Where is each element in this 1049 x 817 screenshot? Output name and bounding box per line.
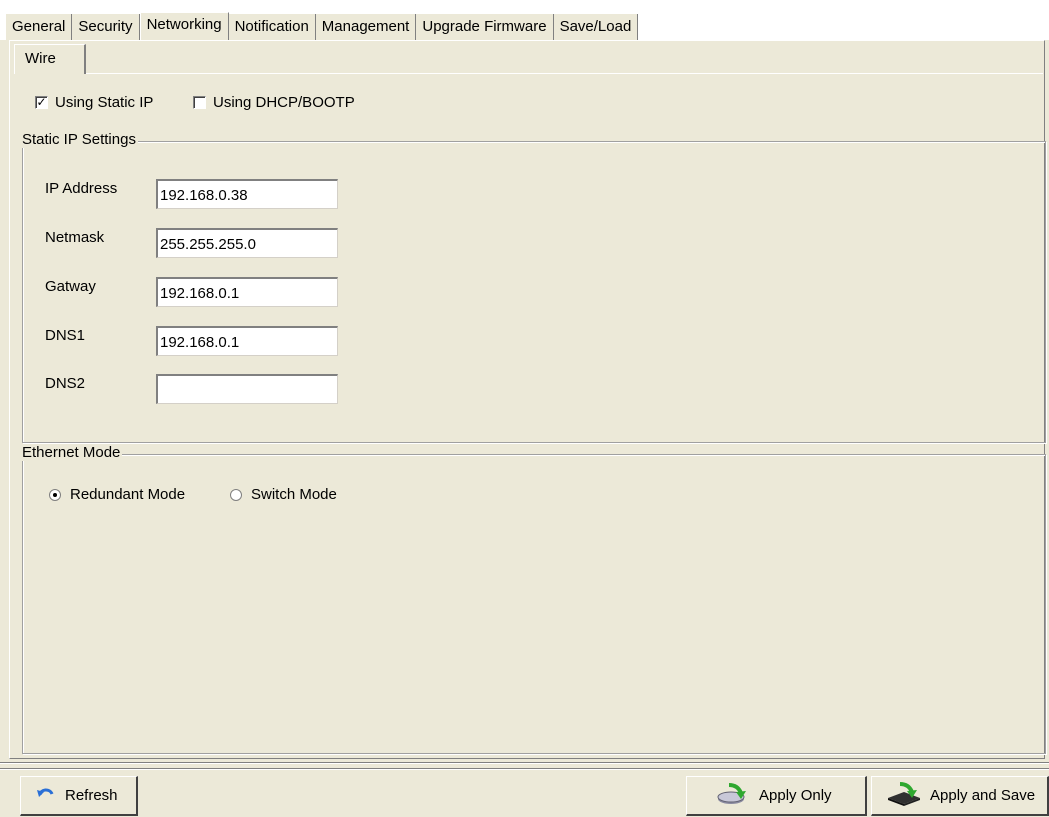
tab-save-load[interactable]: Save/Load bbox=[553, 14, 639, 40]
bottom-separator-highlight bbox=[0, 763, 1049, 764]
tab-upgrade-firmware[interactable]: Upgrade Firmware bbox=[416, 14, 554, 40]
redundant-mode-option[interactable]: Redundant Mode bbox=[49, 486, 185, 503]
switch-mode-radio[interactable] bbox=[230, 488, 242, 501]
dns1-label: DNS1 bbox=[45, 327, 86, 344]
gateway-label: Gatway bbox=[45, 278, 96, 295]
dns2-field[interactable] bbox=[156, 374, 338, 404]
dns2-label: DNS2 bbox=[45, 375, 86, 392]
refresh-label: Refresh bbox=[65, 787, 118, 804]
static-ip-legend: Static IP Settings bbox=[22, 131, 138, 148]
static-ip-checkbox[interactable]: ✓ bbox=[35, 96, 48, 109]
subtab-divider bbox=[86, 73, 1043, 74]
apply-save-chip-icon bbox=[886, 781, 922, 810]
redundant-mode-label: Redundant Mode bbox=[70, 486, 186, 503]
dhcp-option[interactable]: Using DHCP/BOOTP bbox=[193, 94, 355, 111]
switch-mode-option[interactable]: Switch Mode bbox=[230, 486, 337, 503]
dns1-field[interactable]: 192.168.0.1 bbox=[156, 326, 338, 356]
static-ip-label: Using Static IP bbox=[55, 94, 154, 111]
netmask-field[interactable]: 255.255.255.0 bbox=[156, 228, 338, 258]
main-tabs: General Security Networking Notification… bbox=[6, 12, 639, 40]
tab-general[interactable]: General bbox=[6, 14, 73, 40]
subtab-wire[interactable]: Wire bbox=[14, 44, 86, 74]
tab-notification[interactable]: Notification bbox=[228, 14, 316, 40]
tab-security[interactable]: Security bbox=[72, 14, 140, 40]
apply-and-save-label: Apply and Save bbox=[930, 787, 1036, 804]
tab-strip: General Security Networking Notification… bbox=[0, 0, 1049, 40]
bottom-separator-2-highlight bbox=[0, 769, 1049, 770]
apply-only-button[interactable]: Apply Only bbox=[686, 776, 867, 816]
switch-mode-label: Switch Mode bbox=[251, 486, 337, 503]
ip-address-field[interactable]: 192.168.0.38 bbox=[156, 179, 338, 209]
gateway-field[interactable]: 192.168.0.1 bbox=[156, 277, 338, 307]
ethernet-mode-legend: Ethernet Mode bbox=[22, 444, 123, 461]
apply-and-save-button[interactable]: Apply and Save bbox=[871, 776, 1049, 816]
apply-only-label: Apply Only bbox=[759, 787, 832, 804]
refresh-icon bbox=[37, 786, 57, 806]
static-ip-option[interactable]: ✓ Using Static IP bbox=[35, 94, 153, 111]
tab-networking[interactable]: Networking bbox=[139, 12, 229, 40]
ip-address-label: IP Address bbox=[45, 180, 118, 197]
tab-management[interactable]: Management bbox=[315, 14, 417, 40]
apply-disk-icon bbox=[717, 782, 751, 810]
dhcp-checkbox[interactable] bbox=[193, 96, 206, 109]
dhcp-label: Using DHCP/BOOTP bbox=[213, 94, 355, 111]
refresh-button[interactable]: Refresh bbox=[20, 776, 138, 816]
redundant-mode-radio[interactable] bbox=[49, 488, 61, 501]
netmask-label: Netmask bbox=[45, 229, 105, 246]
